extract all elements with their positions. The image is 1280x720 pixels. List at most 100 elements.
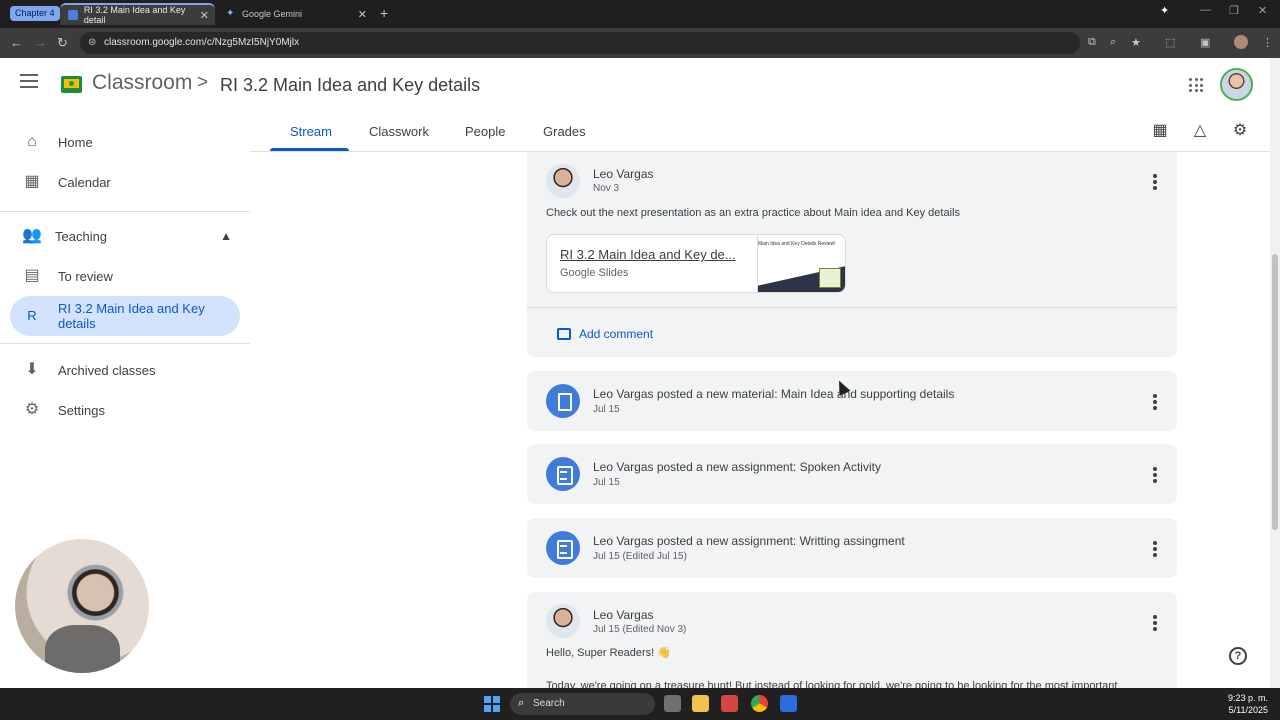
close-icon[interactable]: ✕ [200,9,209,22]
more-options-icon[interactable] [1153,394,1157,410]
drive-icon[interactable]: △ [1191,122,1209,140]
chevron-up-icon[interactable]: ▲ [220,229,232,243]
minimize-icon[interactable]: — [1200,4,1211,16]
tab-title: Google Gemini [242,9,303,19]
taskbar-search[interactable]: ⌕ Search [510,693,655,715]
system-clock[interactable]: 9:23 p. m. 5/11/2025 [1228,692,1268,716]
more-options-icon[interactable] [1153,174,1157,190]
bookmark-star-icon[interactable]: ★ [1131,36,1141,49]
sidebar-item-class[interactable]: R RI 3.2 Main Idea and Key details [10,296,240,336]
slides-thumbnail[interactable]: Main Idea and Key Details Review! [757,235,845,292]
scrollbar-thumb[interactable] [1272,254,1278,530]
tab-people[interactable]: People [465,124,505,139]
chrome-menu-icon[interactable]: ⋮ [1262,36,1273,49]
browser-tab-classroom[interactable]: RI 3.2 Main Idea and Key detail ✕ [60,3,215,25]
author-avatar [546,604,580,638]
browser-tab-gemini[interactable]: ✦ Google Gemini ✕ [218,3,373,25]
file-explorer-icon[interactable] [692,695,709,712]
card-divider [527,307,1177,308]
post-title: Leo Vargas posted a new assignment: Spok… [593,460,881,474]
class-badge: R [27,308,37,323]
sidebar-item-teaching[interactable]: 👥 Teaching ▲ [10,216,240,256]
more-options-icon[interactable] [1153,541,1157,557]
sidebar-item-label: Settings [58,402,105,418]
clock-time: 9:23 p. m. [1227,693,1268,703]
post-card-assignment[interactable]: Leo Vargas posted a new assignment: Writ… [527,518,1177,578]
extensions-icon[interactable]: ⬚ [1165,36,1175,49]
breadcrumb-separator: > [197,72,209,93]
restore-icon[interactable]: ❐ [1229,4,1239,17]
tab-group-chip[interactable]: Chapter 4 [10,6,60,21]
post-date: Jul 15 (Edited Nov 3) [593,624,687,635]
main-menu-icon[interactable] [20,74,38,88]
sidebar-item-label: RI 3.2 Main Idea and Key details [58,301,205,331]
gemini-icon: ✦ [226,8,235,19]
task-view-icon[interactable] [664,695,681,712]
sidebar-item-settings[interactable]: ⚙ Settings [10,390,240,430]
screen: Chapter 4 RI 3.2 Main Idea and Key detai… [0,0,1280,720]
new-tab-icon[interactable]: + [380,5,388,21]
profile-avatar[interactable] [1234,35,1248,49]
sidebar-item-to-review[interactable]: ▤ To review [10,256,240,296]
back-icon[interactable]: ← [10,35,23,50]
post-title: Leo Vargas posted a new assignment: Writ… [593,534,905,548]
post-card-assignment[interactable]: Leo Vargas posted a new assignment: Spok… [527,444,1177,504]
snipping-tool-icon[interactable] [721,695,738,712]
attachment-title[interactable]: RI 3.2 Main Idea and Key de... [560,247,750,262]
address-bar[interactable]: ⊜ classroom.google.com/c/Nzg5MzI5NjY0Mjl… [80,32,1080,54]
gear-icon[interactable]: ⚙ [1231,122,1249,140]
home-icon: ⌂ [27,133,37,150]
close-window-icon[interactable]: ✕ [1258,4,1267,17]
more-options-icon[interactable] [1153,615,1157,631]
more-options-icon[interactable] [1153,467,1157,483]
sidebar-item-label: Archived classes [58,362,156,378]
author-name: Leo Vargas [593,167,654,181]
announcement-text: Today, we're going on a treasure hunt! B… [546,680,1118,688]
windows-taskbar: ⌕ Search 9:23 p. m. 5/11/2025 [0,688,1280,720]
tab-classwork[interactable]: Classwork [369,124,429,139]
tab-stream[interactable]: Stream [290,124,332,139]
page-scrollbar[interactable] [1270,58,1280,688]
post-date: Jul 15 [593,477,620,488]
post-card-material[interactable]: Leo Vargas posted a new material: Main I… [527,371,1177,431]
site-info-icon[interactable]: ⊜ [88,37,96,48]
reload-icon[interactable]: ↻ [57,35,68,51]
class-title[interactable]: RI 3.2 Main Idea and Key details [220,75,480,96]
classroom-favicon-icon [68,10,78,20]
search-icon: ⌕ [518,697,525,709]
close-icon[interactable]: ✕ [358,8,367,21]
class-tabs: Stream Classwork People Grades ▦ △ ⚙ [250,112,1270,152]
add-comment-label: Add comment [579,327,654,341]
google-apps-icon[interactable] [1189,78,1203,92]
browser-tab-strip: Chapter 4 RI 3.2 Main Idea and Key detai… [0,0,1280,28]
gemini-sparkle-icon[interactable]: ✦ [1160,4,1169,17]
account-avatar[interactable] [1220,68,1253,101]
sidebar-divider [0,211,250,212]
browser-toolbar: ← → ↻ ⊜ classroom.google.com/c/Nzg5MzI5N… [0,28,1280,58]
sidebar-item-label: To review [58,268,113,284]
announcement-card: Leo Vargas Nov 3 Check out the next pres… [527,152,1177,357]
settings-app-icon[interactable] [780,695,797,712]
add-comment-button[interactable]: Add comment [557,327,653,341]
sidebar-item-calendar[interactable]: ▦ Calendar [10,162,240,202]
install-app-icon[interactable]: ⧉ [1088,36,1096,49]
app-title[interactable]: Classroom [92,71,192,95]
help-icon[interactable]: ? [1229,647,1247,665]
announcement-card: Leo Vargas Jul 15 (Edited Nov 3) Hello, … [527,592,1177,688]
zoom-icon[interactable]: ⌕ [1110,36,1116,49]
chrome-icon[interactable] [751,695,768,712]
attachment-card[interactable]: RI 3.2 Main Idea and Key de... Google Sl… [546,234,846,293]
sidebar-item-label: Teaching [55,228,108,244]
teaching-icon: 👥 [22,227,42,244]
sidebar-item-archived[interactable]: ⬇ Archived classes [10,350,240,390]
classroom-logo-icon[interactable] [61,76,82,93]
forward-icon[interactable]: → [34,35,47,50]
windows-start-icon[interactable] [484,696,500,712]
tab-grades[interactable]: Grades [543,124,586,139]
post-title: Leo Vargas posted a new material: Main I… [593,387,955,401]
material-icon [546,384,580,418]
side-panel-icon[interactable]: ▣ [1200,36,1210,49]
sidebar-item-home[interactable]: ⌂ Home [10,122,240,162]
to-review-icon: ▤ [24,267,40,284]
calendar-icon[interactable]: ▦ [1151,122,1169,140]
